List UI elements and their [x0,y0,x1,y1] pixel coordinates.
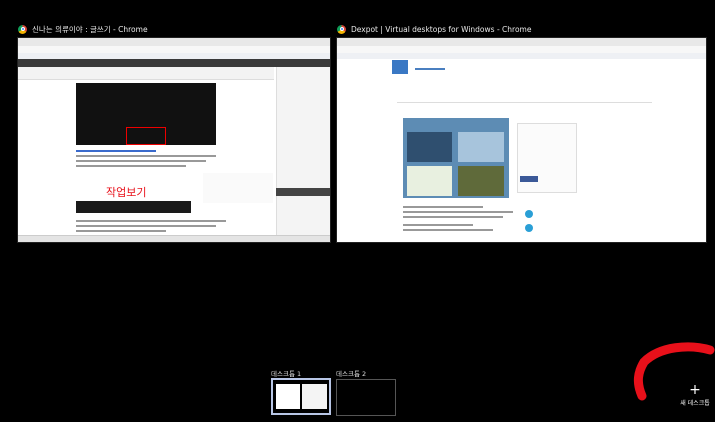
window-title-bar: Dexpot | Virtual desktops for Windows - … [337,22,531,36]
overlay-text-task-view: 작업보기 [106,186,147,199]
window-title-bar: 신나는 의류이야 : 글쓰기 - Chrome [18,22,148,36]
editor-side-panel [276,67,330,242]
content-image-2 [76,201,191,213]
editor-footer [18,235,330,242]
window-thumbnail[interactable] [337,38,706,242]
browser-tabstrip [18,38,330,46]
editor-header [18,59,330,67]
site-nav [397,80,652,103]
download-box [517,123,577,193]
chrome-icon [337,24,346,34]
browser-tabstrip [337,38,706,46]
desktop-label-2: 데스크톱 2 [336,370,367,378]
bookmark-bar [337,53,706,59]
chrome-icon [18,24,27,34]
content-image-1 [76,83,216,145]
window-blog-editor[interactable]: 신나는 의류이야 : 글쓰기 - Chrome 작업보기 [18,22,330,246]
desktop-thumbnail-1[interactable] [271,378,331,415]
editor-toolbar [18,67,274,80]
feature-icon [525,224,533,232]
site-logo [392,60,408,74]
window-dexpot[interactable]: Dexpot | Virtual desktops for Windows - … [337,22,706,246]
new-desktop-label: 새 데스크톱 [680,400,710,407]
window-title: Dexpot | Virtual desktops for Windows - … [351,24,532,34]
plus-icon: + [689,382,701,398]
side-panel-header [276,188,330,196]
desktop-thumbnail-2[interactable] [336,379,396,416]
feature-icon [525,210,533,218]
window-title: 신나는 의류이야 : 글쓰기 - Chrome [32,24,148,34]
hero-image [403,118,509,198]
context-menu [203,173,273,203]
window-thumbnail[interactable]: 작업보기 [18,38,330,242]
desktop-label-1: 데스크톱 1 [271,370,302,378]
annotation-box [126,127,166,145]
new-desktop-button[interactable]: + 새 데스크톱 [676,382,714,407]
